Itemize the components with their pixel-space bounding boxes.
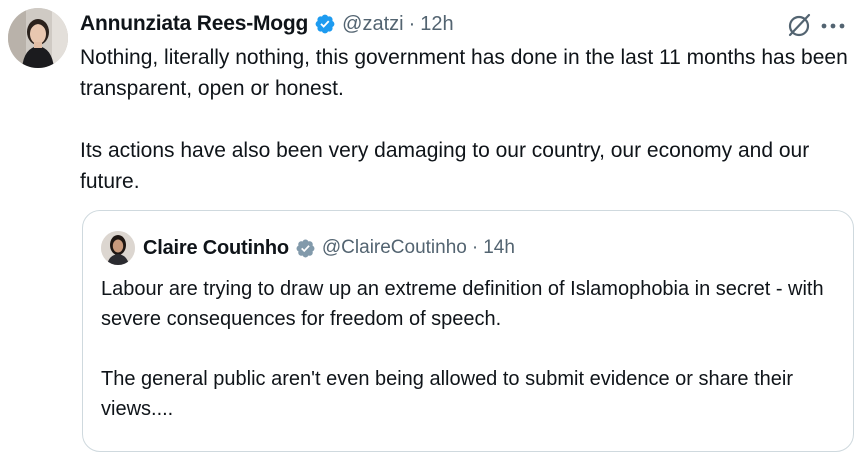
- quoted-author-avatar[interactable]: [101, 231, 135, 265]
- header-separator: ·: [408, 12, 416, 35]
- quoted-tweet-timestamp[interactable]: 14h: [483, 237, 515, 259]
- verified-badge-icon: [296, 239, 315, 257]
- tweet[interactable]: Annunziata Rees-Mogg @zatzi · 12h Nothin…: [0, 0, 864, 452]
- quoted-header-separator: ·: [471, 237, 479, 258]
- quoted-author-handle[interactable]: @ClaireCoutinho: [322, 237, 467, 259]
- quoted-tweet-text: Labour are trying to draw up an extreme …: [101, 278, 824, 420]
- quoted-tweet-card[interactable]: Claire Coutinho @ClaireCoutinho · 14h La…: [82, 210, 854, 452]
- tweet-header: Annunziata Rees-Mogg @zatzi · 12h: [80, 9, 454, 39]
- quoted-tweet-header: Claire Coutinho @ClaireCoutinho · 14h: [143, 233, 515, 263]
- author-name[interactable]: Annunziata Rees-Mogg: [80, 12, 308, 36]
- tweet-timestamp[interactable]: 12h: [420, 13, 453, 36]
- verified-badge-icon: [315, 14, 335, 34]
- quoted-author-name[interactable]: Claire Coutinho: [143, 237, 289, 260]
- author-handle[interactable]: @zatzi: [342, 13, 403, 36]
- tweet-text: Nothing, literally nothing, this governm…: [80, 46, 848, 193]
- author-avatar-image: [8, 8, 68, 68]
- more-options-icon[interactable]: [818, 16, 848, 36]
- author-avatar[interactable]: [8, 8, 68, 68]
- grok-icon[interactable]: [786, 12, 812, 38]
- quoted-author-avatar-image: [101, 231, 135, 265]
